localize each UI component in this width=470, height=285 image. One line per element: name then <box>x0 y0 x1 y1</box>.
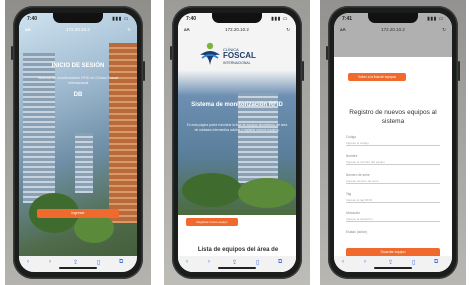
field-label: Código <box>346 135 357 139</box>
signal-battery-icon: ▮▮▮ ▭ <box>112 16 129 22</box>
home-indicator <box>374 267 412 269</box>
foscal-logo-icon <box>200 42 220 65</box>
field-label: Número de serie <box>346 173 370 177</box>
form-field-name: Nombre Ingrese el nombre del equipo <box>346 154 440 165</box>
browser-toolbar: ‹ › ⇪ ▯ ⧉ <box>334 256 452 272</box>
tree-image <box>238 178 296 208</box>
forward-icon[interactable]: › <box>364 259 366 265</box>
back-icon[interactable]: ‹ <box>27 259 29 265</box>
volume-button <box>326 46 328 60</box>
notch <box>212 13 262 23</box>
phone-screen: 7:41 ▮▮▮ ▭ aA 172.20.10.2 ↻ Volver a la … <box>334 13 452 272</box>
tabs-icon[interactable]: ⧉ <box>434 259 438 266</box>
form-field-location: Ubicación Ingrese la ubicación <box>346 211 440 222</box>
signal-battery-icon: ▮▮▮ ▭ <box>271 16 288 22</box>
home-description: En esta página podrá encontrar la lista … <box>186 123 288 132</box>
name-input[interactable]: Ingrese el nombre del equipo <box>346 160 440 165</box>
login-subtitle: Sistema de monitorización RFID en Clínic… <box>37 76 119 85</box>
address-bar[interactable]: aA 172.20.10.2 ↻ <box>182 25 292 35</box>
building-image <box>109 43 137 223</box>
home-title: Sistema de monitorización RFID <box>191 102 283 108</box>
status-time: 7:40 <box>27 16 38 22</box>
volume-button <box>170 46 172 60</box>
text-size-icon[interactable]: aA <box>340 25 346 35</box>
bookmarks-icon[interactable]: ▯ <box>97 259 100 266</box>
home-indicator <box>218 267 256 269</box>
login-title: INICIO DE SESIÓN <box>51 63 105 69</box>
url-text: 172.20.10.2 <box>381 27 405 32</box>
building-image <box>75 133 93 193</box>
reload-icon[interactable]: ↻ <box>127 25 131 35</box>
form-field-tag: Tag Ingrese el tag RFID <box>346 192 440 203</box>
volume-button <box>11 46 13 60</box>
field-label: Ubicación <box>346 211 360 215</box>
signal-battery-icon: ▮▮▮ ▭ <box>427 16 444 22</box>
text-size-icon[interactable]: aA <box>184 25 190 35</box>
tabs-icon[interactable]: ⧉ <box>278 259 282 266</box>
logo-text-name: FOSCAL <box>223 51 256 60</box>
phone-screen: 7:40 ▮▮▮ ▭ aA 172.20.10.2 ↻ CLÍNICA FOSC… <box>178 13 296 272</box>
back-icon[interactable]: ‹ <box>186 259 188 265</box>
serial-input[interactable]: Ingrese número de serie <box>346 179 440 184</box>
register-equipment-button[interactable]: Registrar nuevo equipo <box>186 218 238 226</box>
photo-panel-register: 7:41 ▮▮▮ ▭ aA 172.20.10.2 ↻ Volver a la … <box>320 0 466 285</box>
browser-toolbar: ‹ › ⇪ ▯ ⧉ <box>19 256 137 272</box>
url-text: 172.20.10.2 <box>66 27 90 32</box>
power-button <box>458 61 460 81</box>
bookmarks-icon[interactable]: ▯ <box>412 259 415 266</box>
phone-device: 7:41 ▮▮▮ ▭ aA 172.20.10.2 ↻ Volver a la … <box>326 6 460 279</box>
bookmarks-icon[interactable]: ▯ <box>256 259 259 266</box>
tag-input[interactable]: Ingrese el tag RFID <box>346 198 440 203</box>
register-title: Registro de nuevos equipos al sistema <box>349 109 437 125</box>
notch <box>53 13 103 23</box>
share-icon[interactable]: ⇪ <box>388 259 393 266</box>
browser-toolbar: ‹ › ⇪ ▯ ⧉ <box>178 256 296 272</box>
reload-icon[interactable]: ↻ <box>286 25 290 35</box>
code-input[interactable]: Ingrese el código <box>346 141 440 146</box>
equipment-list-heading: Lista de equipos del área de <box>197 247 279 253</box>
form-field-code: Código Ingrese el código <box>346 135 440 146</box>
reload-icon[interactable]: ↻ <box>442 25 446 35</box>
photo-panel-login: 7:40 ▮▮▮ ▭ aA 172.20.10.2 ↻ INICIO DE SE… <box>5 0 151 285</box>
notch <box>368 13 418 23</box>
home-indicator <box>59 267 97 269</box>
share-icon[interactable]: ⇪ <box>232 259 237 266</box>
location-input[interactable]: Ingrese la ubicación <box>346 217 440 222</box>
forward-icon[interactable]: › <box>49 259 51 265</box>
text-size-icon[interactable]: aA <box>25 25 31 35</box>
form-field-serial: Número de serie Ingrese número de serie <box>346 173 440 184</box>
back-to-list-button[interactable]: Volver a la lista de equipos <box>348 73 406 81</box>
power-button <box>143 61 145 81</box>
address-bar[interactable]: aA 172.20.10.2 ↻ <box>338 25 448 35</box>
login-button[interactable]: Ingresar <box>37 209 119 218</box>
back-icon[interactable]: ‹ <box>342 259 344 265</box>
phone-screen: 7:40 ▮▮▮ ▭ aA 172.20.10.2 ↻ INICIO DE SE… <box>19 13 137 272</box>
photo-panel-home: 7:40 ▮▮▮ ▭ aA 172.20.10.2 ↻ CLÍNICA FOSC… <box>164 0 310 285</box>
share-icon[interactable]: ⇪ <box>73 259 78 266</box>
field-label: Estado (activo) <box>346 230 368 234</box>
forward-icon[interactable]: › <box>208 259 210 265</box>
logo-text-bottom: INTERNACIONAL <box>223 61 251 65</box>
tree-image <box>182 173 242 207</box>
address-bar[interactable]: aA 172.20.10.2 ↻ <box>23 25 133 35</box>
power-button <box>302 61 304 81</box>
login-background-image <box>19 13 137 272</box>
tabs-icon[interactable]: ⧉ <box>119 259 123 266</box>
phone-device: 7:40 ▮▮▮ ▭ aA 172.20.10.2 ↻ INICIO DE SE… <box>11 6 145 279</box>
url-text: 172.20.10.2 <box>225 27 249 32</box>
db-label: DB <box>73 92 83 98</box>
field-label: Nombre <box>346 154 358 158</box>
phone-device: 7:40 ▮▮▮ ▭ aA 172.20.10.2 ↻ CLÍNICA FOSC… <box>170 6 304 279</box>
status-time: 7:40 <box>186 16 197 22</box>
status-time: 7:41 <box>342 16 353 22</box>
field-label: Tag <box>346 192 352 196</box>
form-field-status: Estado (activo) <box>346 230 440 234</box>
